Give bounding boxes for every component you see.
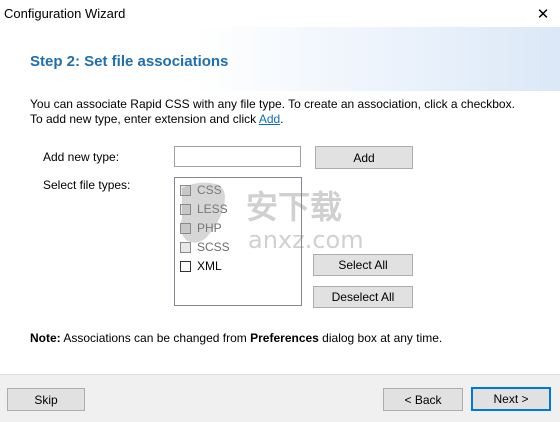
less-checkbox[interactable]: [180, 203, 191, 215]
add-new-type-input[interactable]: [174, 146, 301, 167]
close-icon[interactable]: ✕: [526, 0, 560, 27]
next-button[interactable]: Next >: [471, 387, 551, 411]
configuration-wizard-window: Configuration Wizard ✕ Step 2: Set file …: [0, 0, 560, 422]
window-title: Configuration Wizard: [4, 6, 126, 21]
xml-checkbox[interactable]: [180, 260, 191, 272]
add-new-type-label: Add new type:: [43, 150, 120, 164]
step-heading: Step 2: Set file associations: [30, 53, 229, 70]
intro-text: You can associate Rapid CSS with any fil…: [30, 97, 515, 126]
skip-button[interactable]: Skip: [7, 388, 85, 411]
list-item-less[interactable]: LESS: [180, 201, 228, 217]
select-all-button[interactable]: Select All: [313, 254, 413, 276]
add-button[interactable]: Add: [315, 146, 413, 169]
deselect-all-button[interactable]: Deselect All: [313, 286, 413, 308]
list-item-scss[interactable]: SCSS: [180, 239, 230, 255]
list-item-php[interactable]: PHP: [180, 220, 222, 236]
back-button[interactable]: < Back: [383, 388, 463, 411]
select-file-types-label: Select file types:: [43, 178, 131, 192]
php-checkbox[interactable]: [180, 222, 191, 234]
note-text: Note: Associations can be changed from P…: [30, 331, 443, 345]
css-checkbox[interactable]: [180, 184, 191, 196]
list-item-xml[interactable]: XML: [180, 258, 222, 274]
file-types-list[interactable]: CSS LESS PHP SCSS XML: [174, 177, 302, 306]
scss-checkbox[interactable]: [180, 241, 191, 253]
list-item-css[interactable]: CSS: [180, 182, 222, 198]
title-bar: Configuration Wizard ✕: [0, 0, 560, 27]
add-link[interactable]: Add: [259, 112, 280, 126]
